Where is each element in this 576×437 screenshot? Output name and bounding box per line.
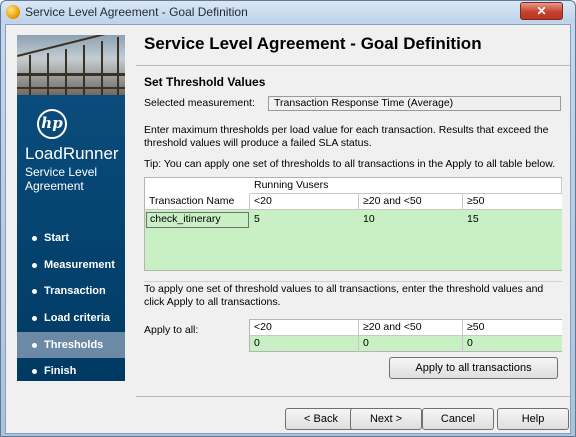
section-divider xyxy=(144,281,562,282)
threshold-cell-ge50[interactable]: 15 xyxy=(463,212,562,228)
bullet-icon xyxy=(32,289,37,295)
apply-header-20to50: ≥20 and <50 xyxy=(359,320,463,336)
step-measurement[interactable]: Measurement xyxy=(17,252,125,279)
column-header-name: Transaction Name xyxy=(145,194,250,210)
rollercoaster-photo xyxy=(17,35,125,95)
threshold-cell-20to50[interactable]: 10 xyxy=(359,212,463,228)
dialog-client: hp LoadRunner Service Level Agreement St… xyxy=(5,24,571,434)
apply-header-lt20: <20 xyxy=(250,320,359,336)
page-title: Service Level Agreement - Goal Definitio… xyxy=(144,34,482,53)
bullet-icon xyxy=(32,369,37,375)
next-button[interactable]: Next > xyxy=(350,408,422,430)
title-bar[interactable]: Service Level Agreement - Goal Definitio… xyxy=(1,1,575,23)
column-header-ge50: ≥50 xyxy=(463,194,562,210)
header-divider xyxy=(136,65,570,66)
sidebar-brand-area: hp LoadRunner Service Level Agreement St… xyxy=(17,95,125,381)
measurement-field: Transaction Response Time (Average) xyxy=(268,96,561,111)
dialog-window: Service Level Agreement - Goal Definitio… xyxy=(0,0,576,437)
group-header: Running Vusers xyxy=(250,178,562,194)
measurement-label: Selected measurement: xyxy=(144,97,255,109)
step-start[interactable]: Start xyxy=(17,225,125,252)
sidebar: hp LoadRunner Service Level Agreement St… xyxy=(17,35,125,381)
transaction-name-cell[interactable]: check_itinerary xyxy=(146,212,249,228)
apply-to-all-table[interactable]: <20 ≥20 and <50 ≥50 0 0 0 xyxy=(249,319,562,352)
app-icon xyxy=(6,5,20,19)
back-button[interactable]: < Back xyxy=(285,408,357,430)
bullet-icon xyxy=(32,316,37,322)
apply-to-all-button[interactable]: Apply to all transactions xyxy=(389,357,558,379)
help-button[interactable]: Help xyxy=(497,408,569,430)
product-name: LoadRunner xyxy=(25,144,119,163)
apply-header-ge50: ≥50 xyxy=(463,320,562,336)
tip-text: Tip: You can apply one set of thresholds… xyxy=(144,158,556,170)
close-button[interactable]: ✕ xyxy=(520,2,563,20)
hp-logo: hp xyxy=(37,109,67,139)
threshold-description: Enter maximum thresholds per load value … xyxy=(144,124,549,149)
window-title: Service Level Agreement - Goal Definitio… xyxy=(25,5,248,19)
apply-description: To apply one set of threshold values to … xyxy=(144,283,544,308)
step-load-criteria[interactable]: Load criteria xyxy=(17,305,125,332)
threshold-cell-lt20[interactable]: 5 xyxy=(250,212,359,228)
bullet-icon xyxy=(32,236,37,241)
step-thresholds[interactable]: Thresholds xyxy=(17,331,125,359)
thresholds-table[interactable]: Running Vusers Transaction Name <20 ≥20 … xyxy=(144,177,562,271)
step-finish[interactable]: Finish xyxy=(17,358,125,385)
apply-to-all-label: Apply to all: xyxy=(144,324,199,336)
wizard-steps: Start Measurement Transaction Load crite… xyxy=(17,225,125,385)
product-subtitle: Service Level Agreement xyxy=(25,165,98,193)
step-transaction[interactable]: Transaction xyxy=(17,278,125,305)
apply-cell-20to50[interactable]: 0 xyxy=(359,336,463,352)
cancel-button[interactable]: Cancel xyxy=(422,408,494,430)
bullet-icon xyxy=(32,342,37,348)
column-header-20to50: ≥20 and <50 xyxy=(359,194,463,210)
section-title: Set Threshold Values xyxy=(144,75,266,89)
bullet-icon xyxy=(32,262,37,268)
apply-cell-ge50[interactable]: 0 xyxy=(463,336,562,352)
column-header-lt20: <20 xyxy=(250,194,359,210)
footer-divider xyxy=(136,396,570,397)
apply-cell-lt20[interactable]: 0 xyxy=(250,336,359,352)
